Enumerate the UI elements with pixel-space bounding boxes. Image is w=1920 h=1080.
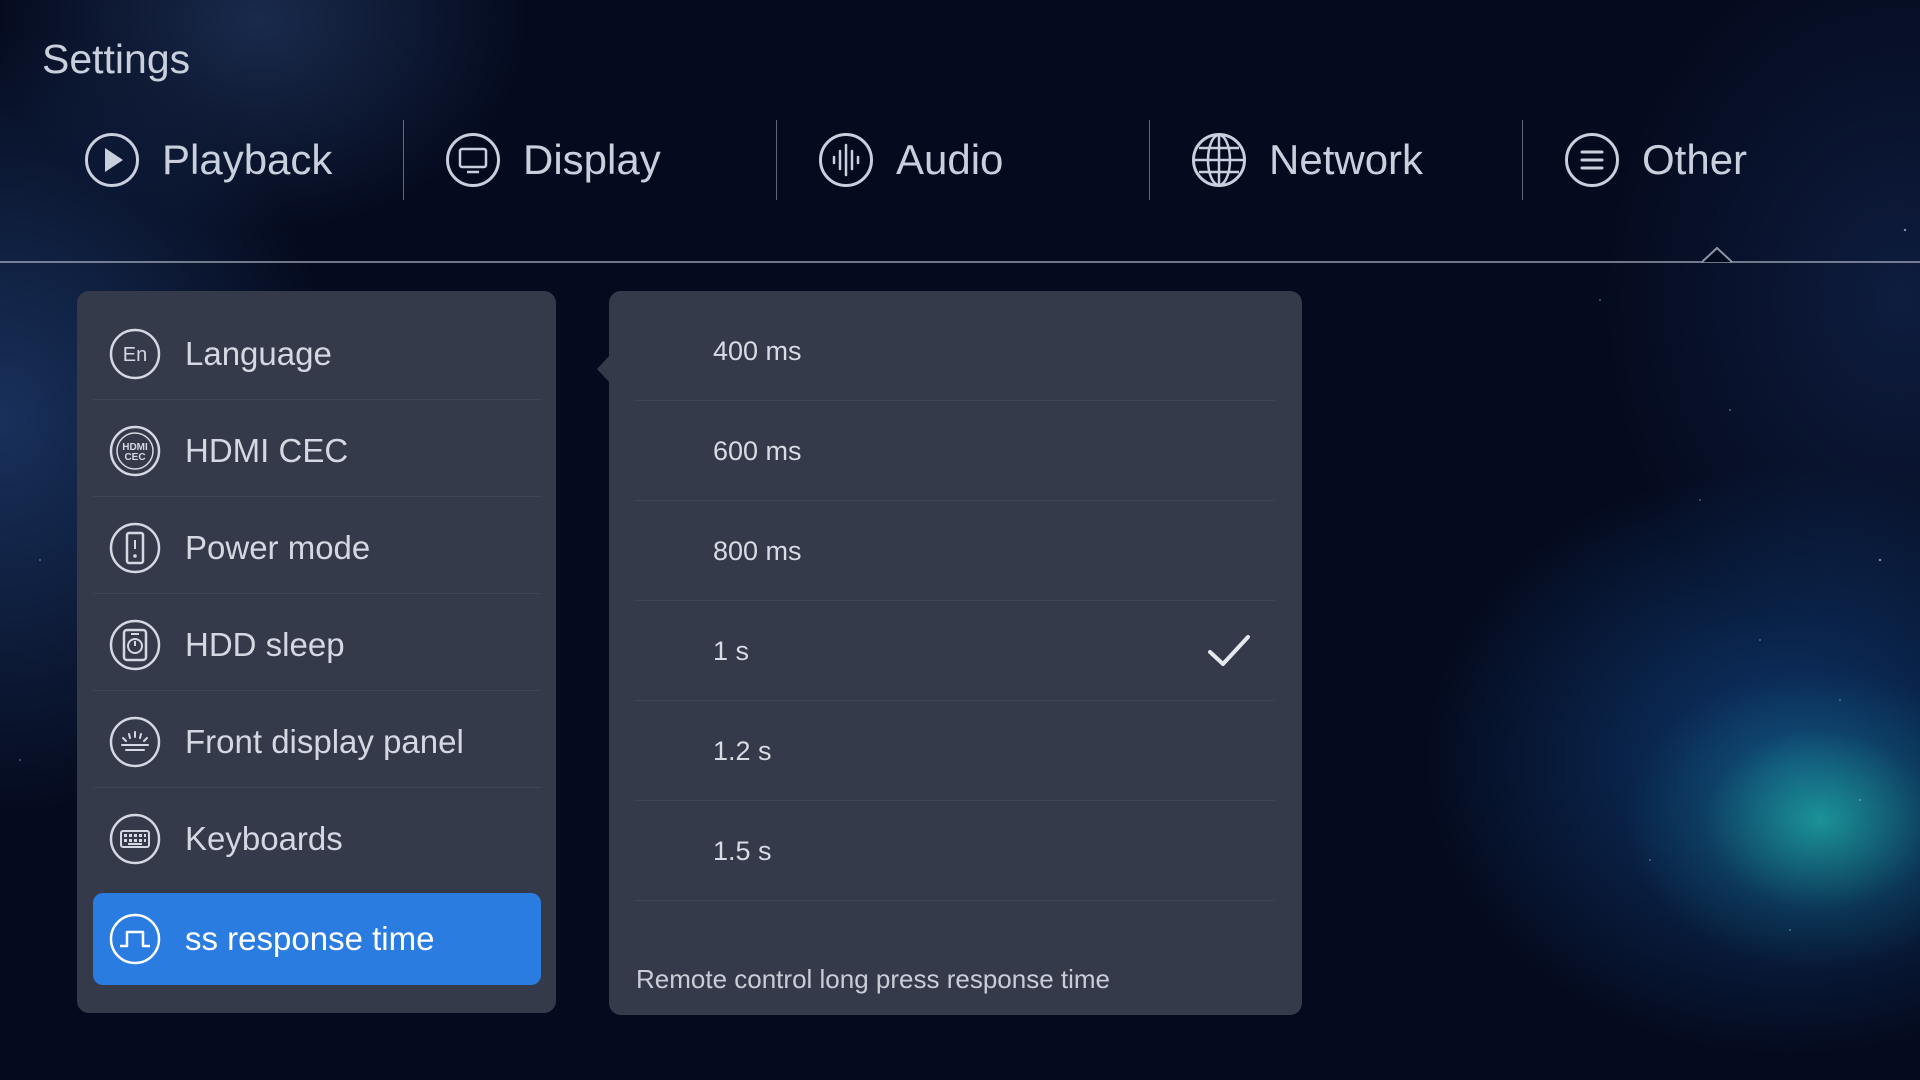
menu-item-label: HDMI CEC	[185, 431, 349, 469]
menu-item-label: Front display panel	[185, 722, 464, 760]
menu-icon	[1565, 133, 1619, 187]
option-400ms[interactable]: 400 ms	[635, 301, 1275, 401]
settings-menu: En Language HDMI CEC HDMI CEC Power mode	[77, 291, 556, 1013]
option-label: 1.5 s	[713, 835, 772, 866]
option-600ms[interactable]: 600 ms	[635, 401, 1275, 501]
power-mode-icon	[109, 522, 161, 573]
divider	[635, 900, 1275, 901]
page-title: Settings	[42, 36, 191, 82]
divider	[93, 787, 541, 788]
divider	[93, 496, 541, 497]
option-label: 1 s	[713, 635, 750, 666]
menu-item-label: Power mode	[185, 528, 371, 566]
audio-wave-icon	[819, 133, 873, 187]
play-icon	[85, 133, 139, 187]
menu-item-label: HDD sleep	[185, 625, 345, 663]
divider	[93, 399, 541, 400]
menu-item-language[interactable]: En Language	[93, 307, 541, 400]
tab-label: Network	[1269, 136, 1424, 183]
language-en-icon: En	[109, 328, 161, 379]
option-label: 600 ms	[713, 435, 802, 466]
tab-playback[interactable]: Playback	[42, 118, 403, 202]
menu-item-label: Language	[185, 334, 332, 372]
menu-item-hdmi-cec[interactable]: HDMI CEC HDMI CEC	[93, 404, 541, 497]
option-1s[interactable]: 1 s	[635, 601, 1275, 701]
options-description: Remote control long press response time	[636, 964, 1111, 994]
menu-item-hdd-sleep[interactable]: HDD sleep	[93, 598, 541, 691]
tab-other[interactable]: Other	[1522, 118, 1895, 202]
menu-item-keyboards[interactable]: Keyboards	[93, 792, 541, 885]
tab-underline	[0, 261, 1920, 263]
option-800ms[interactable]: 800 ms	[635, 501, 1275, 601]
options-panel: 400 ms 600 ms 800 ms 1 s 1.2 s 1.5 s Rem…	[609, 291, 1302, 1015]
tab-label: Audio	[896, 136, 1004, 183]
option-1-5s[interactable]: 1.5 s	[635, 801, 1275, 901]
divider	[93, 690, 541, 691]
tab-label: Other	[1642, 136, 1748, 183]
active-tab-pointer	[1702, 246, 1732, 263]
tab-audio[interactable]: Audio	[776, 118, 1149, 202]
option-label: 400 ms	[713, 335, 802, 366]
option-label: 800 ms	[713, 535, 802, 566]
pulse-icon	[109, 913, 161, 965]
front-display-icon	[109, 716, 161, 767]
globe-icon	[1192, 133, 1246, 187]
top-tab-bar: Playback Display Audio Network Other	[0, 118, 1920, 202]
menu-item-power-mode[interactable]: Power mode	[93, 501, 541, 594]
option-label: 1.2 s	[713, 735, 772, 766]
checkmark-icon	[1208, 635, 1250, 666]
tab-label: Display	[523, 136, 661, 183]
tab-network[interactable]: Network	[1149, 118, 1522, 202]
keyboard-icon	[109, 813, 161, 864]
menu-item-response-time[interactable]: ss response time	[93, 893, 541, 985]
menu-item-front-display-panel[interactable]: Front display panel	[93, 695, 541, 788]
svg-text:CEC: CEC	[124, 452, 145, 463]
tab-display[interactable]: Display	[403, 118, 776, 202]
hdd-sleep-icon	[109, 619, 161, 670]
menu-item-label: Keyboards	[185, 819, 343, 857]
tab-label: Playback	[162, 136, 333, 183]
option-1-2s[interactable]: 1.2 s	[635, 701, 1275, 801]
menu-item-label: ss response time	[185, 920, 435, 957]
hdmi-cec-icon: HDMI CEC	[109, 425, 161, 476]
svg-text:En: En	[123, 344, 147, 366]
monitor-icon	[446, 133, 500, 187]
divider	[93, 593, 541, 594]
